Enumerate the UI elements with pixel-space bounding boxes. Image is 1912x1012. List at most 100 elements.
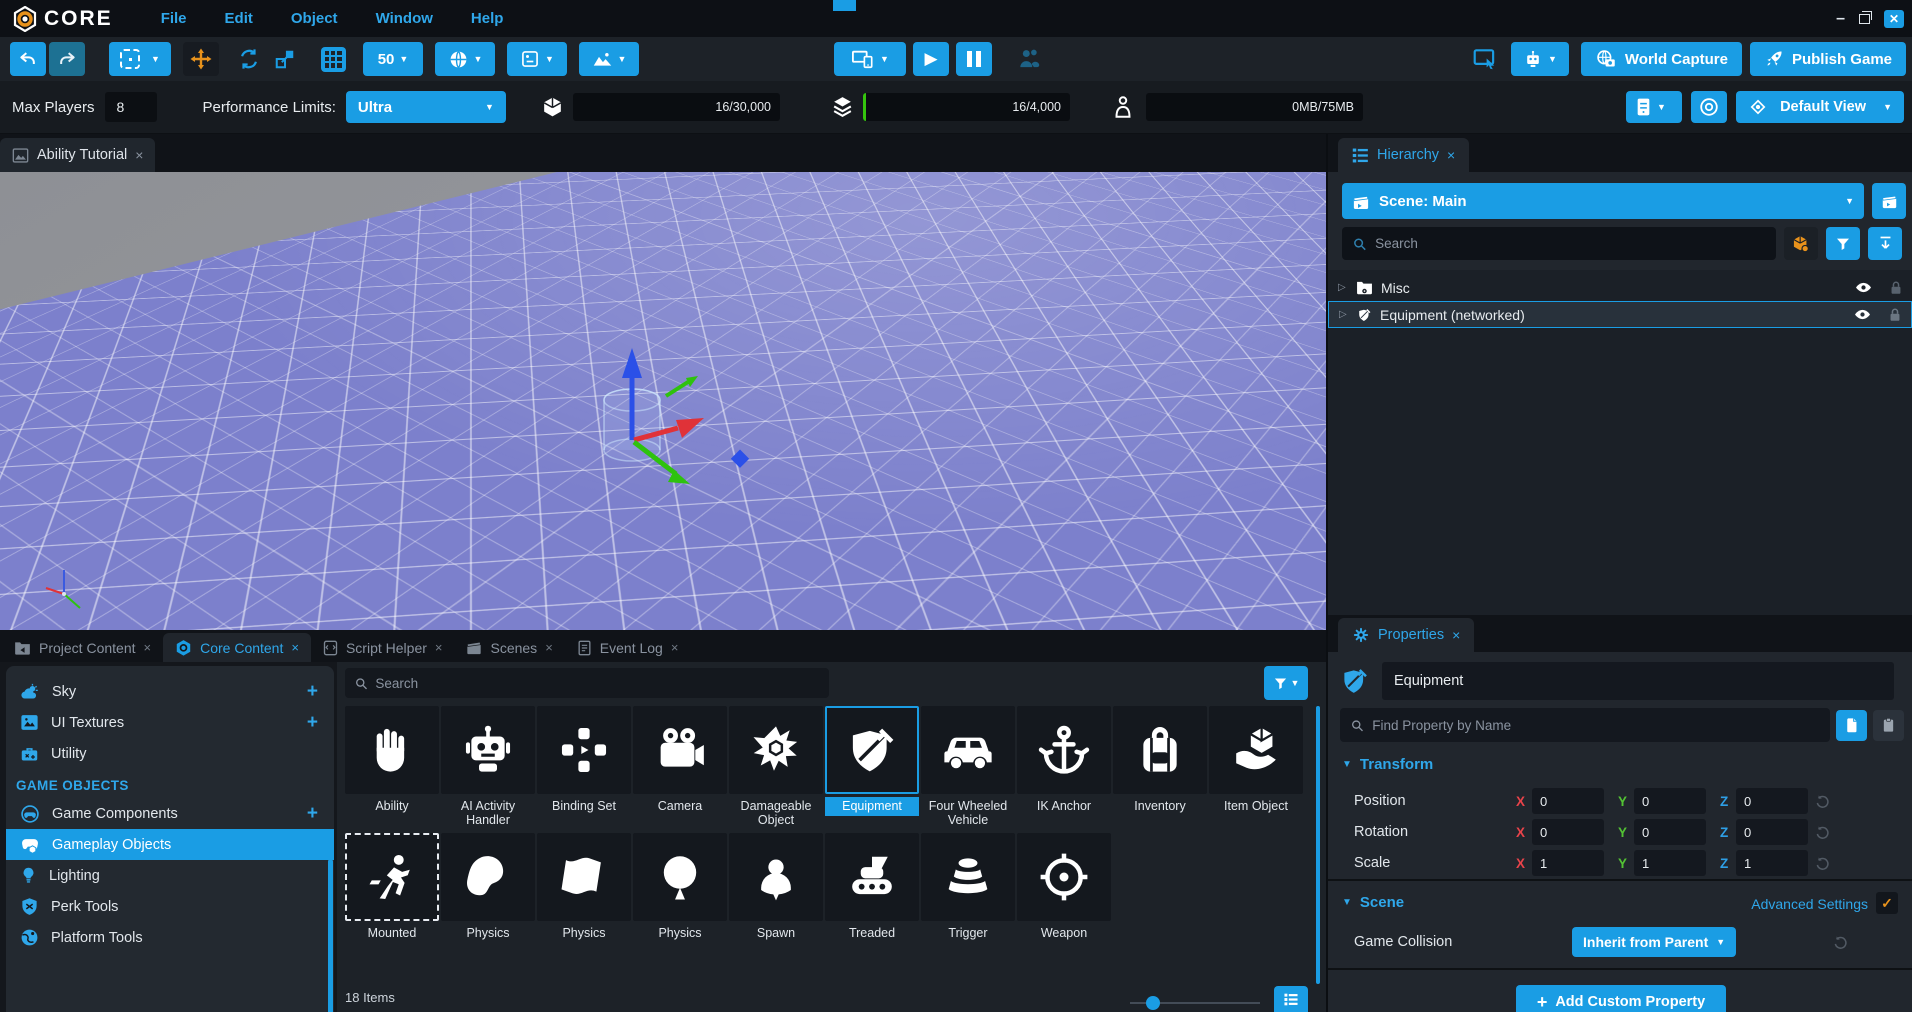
script-view-dropdown[interactable]: ▼	[507, 42, 567, 76]
sidebar-item-lighting[interactable]: Lighting	[6, 860, 334, 891]
add-icon[interactable]: +	[307, 803, 318, 825]
object-name-input[interactable]	[1382, 662, 1894, 700]
paste-properties-button[interactable]	[1873, 710, 1904, 741]
save-layout-dropdown[interactable]: ▼	[1626, 91, 1682, 123]
target-button[interactable]	[1691, 91, 1727, 123]
game-collision-dropdown[interactable]: Inherit from Parent ▼	[1572, 927, 1736, 957]
play-button[interactable]: ▶	[913, 42, 949, 76]
add-custom-property-button[interactable]: + Add Custom Property	[1516, 985, 1726, 1012]
default-view-dropdown[interactable]: Default View ▼	[1736, 91, 1904, 123]
grid-size-dropdown[interactable]: 50 ▼	[363, 42, 423, 76]
visibility-icon[interactable]	[1855, 281, 1872, 294]
close-icon[interactable]: ×	[1452, 627, 1460, 643]
tab-script-helper[interactable]: Script Helper ×	[311, 633, 455, 662]
menu-file[interactable]: File	[161, 10, 187, 27]
tile-equipment[interactable]: Equipment	[825, 706, 919, 827]
content-search[interactable]	[345, 668, 829, 698]
menu-object[interactable]: Object	[291, 10, 338, 27]
add-icon[interactable]: +	[307, 712, 318, 734]
tile-trigger[interactable]: Trigger	[921, 833, 1015, 940]
menu-help[interactable]: Help	[471, 10, 504, 27]
redo-button[interactable]	[49, 42, 85, 76]
close-icon[interactable]: ×	[435, 640, 443, 655]
sidebar-item-sky[interactable]: Sky +	[6, 676, 334, 707]
tile-binding-set[interactable]: Binding Set	[537, 706, 631, 827]
tile-mounted[interactable]: Mounted	[345, 833, 439, 940]
close-icon[interactable]: ×	[1447, 147, 1455, 163]
minimize-button[interactable]: –	[1836, 10, 1845, 28]
reset-icon[interactable]	[1814, 793, 1831, 810]
add-icon[interactable]: +	[307, 681, 318, 703]
sidebar-item-game-components[interactable]: Game Components +	[6, 798, 334, 829]
sidebar-item-utility[interactable]: Utility	[6, 738, 334, 769]
tree-row-equipment[interactable]: ▷ Equipment (networked)	[1328, 301, 1912, 328]
expand-icon[interactable]: ▷	[1338, 282, 1348, 293]
advanced-settings-link[interactable]: Advanced Settings	[1751, 896, 1868, 912]
rotation-y-input[interactable]: 0	[1634, 819, 1706, 845]
world-capture-button[interactable]: World Capture	[1581, 42, 1742, 76]
rotation-x-input[interactable]: 0	[1532, 819, 1604, 845]
content-scrollbar[interactable]	[1316, 706, 1320, 984]
sidebar-item-perk-tools[interactable]: Perk Tools	[6, 891, 334, 922]
restore-button[interactable]	[1859, 14, 1870, 24]
tile-physics-sphere[interactable]: Physics	[633, 833, 727, 940]
reset-icon[interactable]	[1814, 855, 1831, 872]
lock-icon[interactable]	[1890, 281, 1902, 295]
tile-spawn[interactable]: Spawn	[729, 833, 823, 940]
capture-bot-dropdown[interactable]: ▼	[1511, 42, 1569, 76]
tab-ability-tutorial[interactable]: Ability Tutorial ×	[0, 138, 155, 172]
reset-icon[interactable]	[1832, 934, 1849, 951]
hierarchy-search-input[interactable]	[1375, 236, 1766, 251]
scene-settings-button[interactable]	[1872, 183, 1906, 219]
device-preview-dropdown[interactable]: ▼	[834, 42, 906, 76]
tab-event-log[interactable]: Event Log ×	[565, 633, 691, 662]
world-mode-dropdown[interactable]: ▼	[435, 42, 495, 76]
tab-project-content[interactable]: Project Content ×	[2, 633, 163, 662]
pause-button[interactable]	[956, 42, 992, 76]
undo-button[interactable]	[10, 42, 46, 76]
find-property-input[interactable]	[1372, 718, 1820, 733]
snap-grid-button[interactable]	[315, 42, 351, 76]
tab-hierarchy[interactable]: Hierarchy ×	[1338, 138, 1469, 172]
slider-knob[interactable]	[1146, 996, 1160, 1010]
tile-physics-cloth[interactable]: Physics	[537, 833, 631, 940]
tile-camera[interactable]: Camera	[633, 706, 727, 827]
menu-edit[interactable]: Edit	[225, 10, 253, 27]
tile-four-wheeled-vehicle[interactable]: Four Wheeled Vehicle	[921, 706, 1015, 827]
tile-ability[interactable]: Ability	[345, 706, 439, 827]
tile-physics-blob[interactable]: Physics	[441, 833, 535, 940]
move-tool-button[interactable]	[183, 42, 219, 76]
scale-y-input[interactable]: 1	[1634, 850, 1706, 876]
expand-icon[interactable]: ▷	[1339, 309, 1349, 320]
lock-icon[interactable]	[1889, 308, 1901, 322]
list-view-button[interactable]	[1274, 986, 1308, 1012]
collapse-all-button[interactable]	[1868, 227, 1902, 260]
tab-scenes[interactable]: Scenes ×	[454, 633, 564, 662]
scale-z-input[interactable]: 1	[1736, 850, 1808, 876]
rotation-z-input[interactable]: 0	[1736, 819, 1808, 845]
content-search-input[interactable]	[375, 676, 820, 691]
max-players-input[interactable]: 8	[105, 92, 157, 122]
tab-properties[interactable]: Properties ×	[1338, 618, 1474, 652]
scene-selector-dropdown[interactable]: Scene: Main ▼	[1342, 183, 1864, 219]
scale-x-input[interactable]: 1	[1532, 850, 1604, 876]
screen-share-icon[interactable]	[1471, 46, 1499, 72]
tree-row-misc[interactable]: ▷ Misc	[1328, 274, 1912, 301]
networked-filter-button[interactable]	[1784, 227, 1818, 260]
menu-window[interactable]: Window	[376, 10, 433, 27]
close-icon[interactable]: ×	[671, 640, 679, 655]
position-z-input[interactable]: 0	[1736, 788, 1808, 814]
transform-section-header[interactable]: ▼ Transform	[1342, 756, 1433, 773]
close-icon[interactable]: ×	[291, 640, 299, 655]
close-icon[interactable]: ×	[135, 147, 143, 163]
sidebar-item-platform-tools[interactable]: Platform Tools	[6, 922, 334, 953]
terrain-dropdown[interactable]: ▼	[579, 42, 639, 76]
hierarchy-filter-button[interactable]	[1826, 227, 1860, 260]
select-mode-dropdown[interactable]: ▼	[109, 42, 171, 76]
scale-tool-button[interactable]	[267, 42, 303, 76]
content-filter-dropdown[interactable]: ▼	[1264, 666, 1308, 700]
close-button[interactable]: ✕	[1884, 10, 1904, 28]
publish-game-button[interactable]: Publish Game	[1750, 42, 1906, 76]
position-y-input[interactable]: 0	[1634, 788, 1706, 814]
visibility-icon[interactable]	[1854, 308, 1871, 321]
